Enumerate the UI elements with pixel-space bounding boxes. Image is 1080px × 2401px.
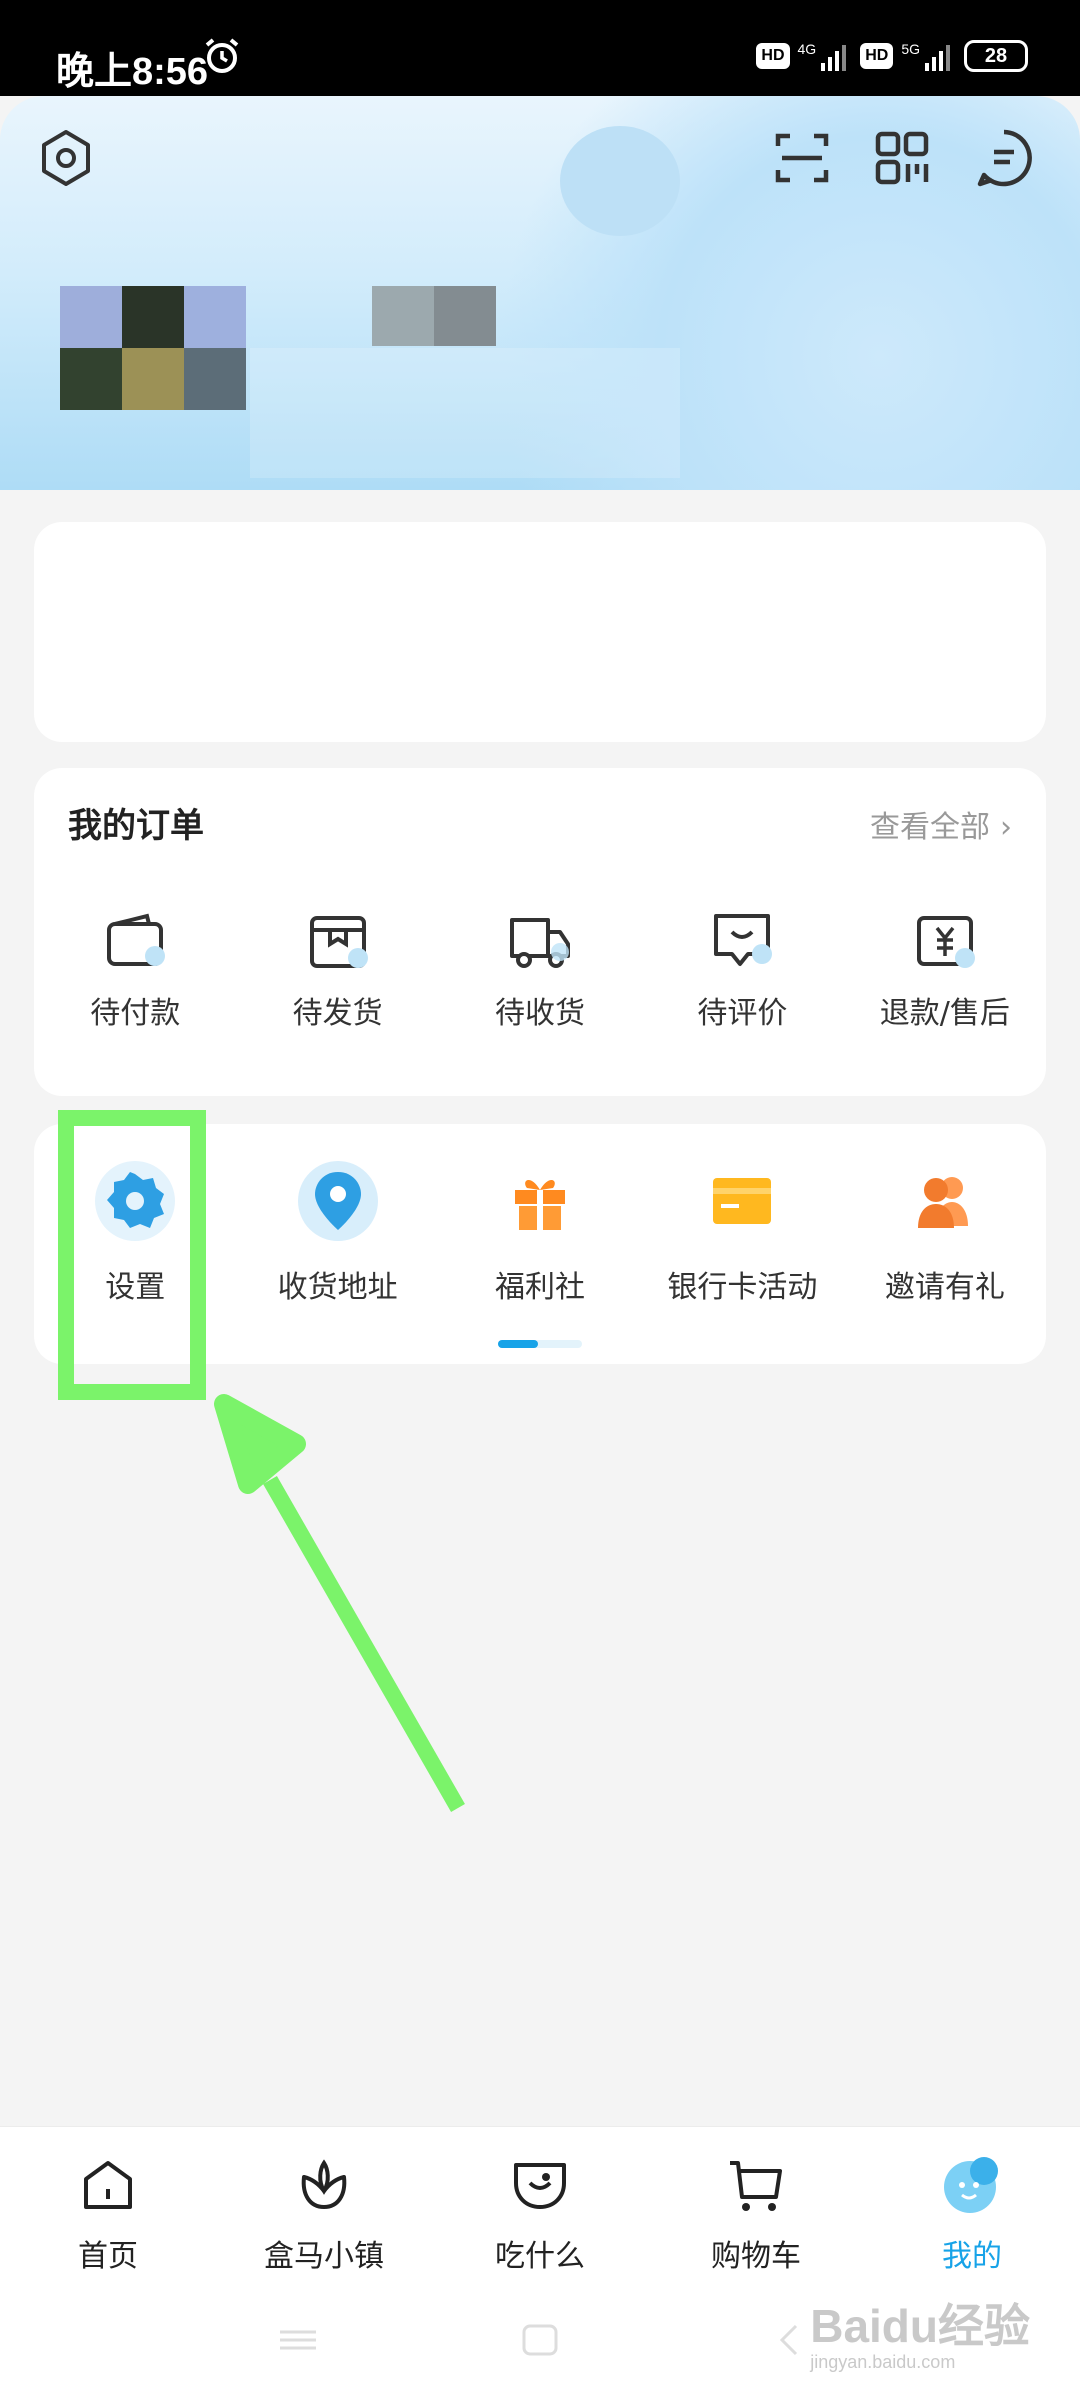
home-icon [84, 2161, 132, 2209]
profile-header [0, 96, 1080, 490]
orders-title: 我的订单 [68, 806, 204, 846]
tab-mine[interactable]: 我的 [892, 2153, 1052, 2275]
order-refund-aftersale[interactable]: 退款/售后 [844, 908, 1046, 1032]
username-blurred [372, 286, 496, 346]
order-to-review[interactable]: 待评价 [641, 908, 843, 1032]
invite-friends-icon [917, 1177, 968, 1228]
tab-cart[interactable]: 购物车 [676, 2153, 836, 2275]
refund-icon [916, 916, 975, 968]
tool-invite[interactable]: 邀请有礼 [844, 1158, 1046, 1306]
battery-icon: 28 [964, 40, 1028, 72]
mascot-icon [944, 2157, 998, 2213]
view-all-orders-link[interactable]: 查看全部 › [870, 802, 1012, 846]
clock: 晚上8:56 [56, 51, 209, 93]
status-bar: 晚上8:56 HD 4G HD 5G 28 [0, 0, 1080, 96]
review-icon [714, 914, 773, 966]
tab-what-to-eat[interactable]: 吃什么 [460, 2153, 620, 2275]
order-pending-payment[interactable]: 待付款 [34, 908, 236, 1032]
truck-icon [510, 918, 571, 968]
alarm-icon [205, 38, 239, 73]
back-icon [779, 2324, 798, 2356]
tool-welfare[interactable]: 福利社 [439, 1158, 641, 1306]
package-icon [309, 916, 368, 968]
scan-icon[interactable] [770, 126, 834, 190]
menu-icon [280, 2330, 316, 2350]
message-icon[interactable] [972, 126, 1036, 190]
decor-blob [560, 126, 680, 236]
gift-icon [515, 1179, 566, 1230]
signal-icon: 5G [901, 41, 950, 71]
orders-card: 我的订单 查看全部 › 待付款 待发货 待收货 待评价 退款/售后 [34, 768, 1046, 1096]
page-indicator [498, 1340, 582, 1348]
location-pin-icon [297, 1161, 378, 1241]
hexagon-settings-icon[interactable] [34, 126, 98, 190]
order-to-ship[interactable]: 待发货 [236, 908, 438, 1032]
watermark: Baidu经验 jingyan.baidu.com [810, 2300, 1030, 2372]
home-button-icon [522, 2324, 558, 2356]
tool-bank-card[interactable]: 银行卡活动 [641, 1158, 843, 1306]
signal-icon: 4G [798, 41, 847, 71]
tab-hema-town[interactable]: 盒马小镇 [244, 2153, 404, 2275]
decor-haze [250, 348, 680, 478]
battery-level: 28 [984, 44, 1008, 67]
hd-badge: HD [860, 43, 894, 69]
bowl-icon [514, 2163, 566, 2209]
cart-icon [730, 2161, 782, 2211]
tool-shipping-address[interactable]: 收货地址 [236, 1158, 438, 1306]
avatar[interactable] [60, 286, 250, 410]
promo-banner[interactable] [34, 522, 1046, 742]
chevron-right-icon: › [1000, 810, 1012, 845]
lotus-icon [301, 2159, 347, 2209]
highlight-box [58, 1110, 206, 1400]
wallet-icon [107, 913, 166, 966]
hd-badge: HD [756, 43, 790, 69]
order-to-receive[interactable]: 待收货 [439, 908, 641, 1032]
tab-home[interactable]: 首页 [28, 2153, 188, 2275]
qr-code-icon[interactable] [870, 126, 934, 190]
bank-card-icon [713, 1178, 772, 1224]
